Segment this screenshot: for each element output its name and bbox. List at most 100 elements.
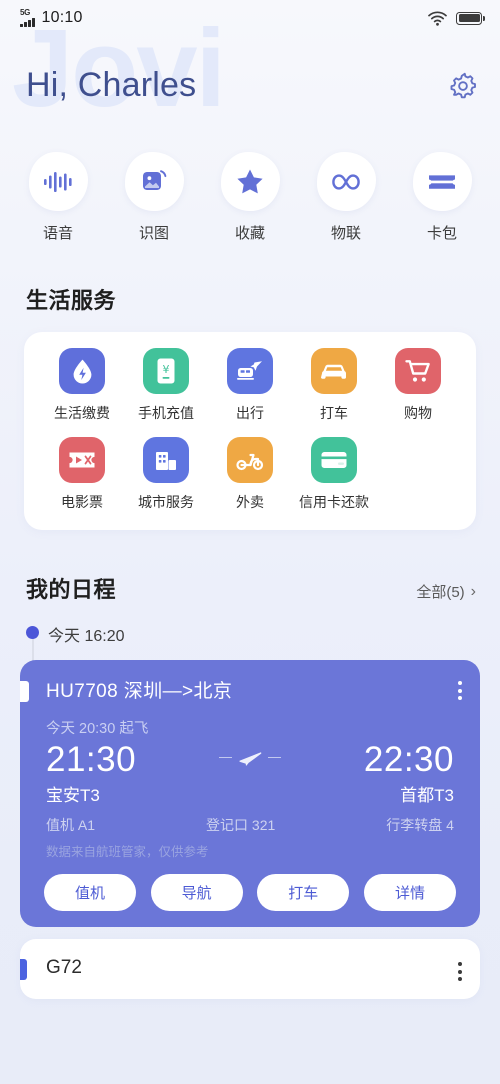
service-label: 出行 bbox=[236, 405, 264, 421]
scooter-icon bbox=[236, 453, 264, 471]
flight-data-source-note: 数据来自航班管家，仅供参考 bbox=[46, 845, 209, 860]
schedule-timeline: 今天 16:20 bbox=[0, 622, 500, 686]
life-services-card: 生活缴费 ¥ 手机充值 出行 打车 购物 电影票 城市服务 外卖 信用卡还款 bbox=[24, 332, 476, 530]
flight-depart-time: 21:30 bbox=[46, 740, 137, 779]
waveform-icon bbox=[44, 171, 72, 192]
service-icon-tile: ¥ bbox=[143, 348, 189, 394]
quick-action-label: 语音 bbox=[42, 225, 73, 242]
status-bar-right bbox=[428, 10, 485, 26]
schedule-header: 我的日程 全部(5) › bbox=[0, 530, 500, 604]
service-icon-tile bbox=[311, 348, 357, 394]
service-travel[interactable]: 出行 bbox=[208, 348, 292, 423]
flight-action-buttons: 值机 导航 打车 详情 bbox=[20, 860, 480, 912]
service-icon-tile bbox=[59, 348, 105, 394]
flight-arrive-time: 22:30 bbox=[363, 740, 454, 779]
credit-card-icon bbox=[321, 452, 347, 468]
more-vertical-icon[interactable] bbox=[458, 957, 462, 982]
star-icon bbox=[237, 169, 263, 194]
quick-action-icon-wrap bbox=[220, 152, 280, 211]
flight-terminals-row: 宝安T3 首都T3 bbox=[20, 780, 480, 806]
flight-meta-row: 值机 A1 登记口 321 行李转盘 4 bbox=[20, 806, 480, 835]
schedule-title: 我的日程 bbox=[26, 577, 117, 602]
service-label: 手机充值 bbox=[138, 405, 194, 421]
service-shopping[interactable]: 购物 bbox=[376, 348, 460, 423]
train-card[interactable]: G72 bbox=[20, 939, 480, 1000]
flight-card[interactable]: HU7708 深圳—>北京 今天 20:30 起飞 21:30 22:30 宝安… bbox=[20, 660, 480, 928]
image-scan-icon bbox=[143, 169, 167, 190]
life-services-title: 生活服务 bbox=[26, 288, 117, 313]
service-label: 购物 bbox=[404, 405, 432, 421]
flight-checkin-button[interactable]: 值机 bbox=[44, 874, 136, 912]
service-movie-tickets[interactable]: 电影票 bbox=[40, 437, 124, 512]
quick-action-card-wallet[interactable]: 卡包 bbox=[410, 152, 474, 243]
city-building-icon bbox=[156, 452, 176, 470]
service-icon-tile bbox=[143, 437, 189, 483]
service-utility-payment[interactable]: 生活缴费 bbox=[40, 348, 124, 423]
service-label: 外卖 bbox=[236, 494, 264, 510]
svg-text:¥: ¥ bbox=[163, 363, 170, 376]
water-drop-bolt-icon bbox=[73, 359, 91, 383]
quick-action-label: 物联 bbox=[330, 225, 361, 242]
quick-action-label: 卡包 bbox=[426, 225, 457, 242]
service-icon-tile bbox=[395, 348, 441, 394]
greeting-row: Hi, Charles bbox=[0, 66, 500, 105]
quick-action-image-scan[interactable]: 识图 bbox=[122, 152, 186, 243]
timeline-dot bbox=[26, 626, 39, 639]
shopping-cart-icon bbox=[405, 359, 430, 382]
timeline-time-label: 今天 16:20 bbox=[48, 628, 125, 645]
car-icon bbox=[321, 364, 346, 379]
service-empty-slot bbox=[376, 437, 460, 512]
flight-details-button[interactable]: 详情 bbox=[363, 874, 456, 912]
movie-ticket-icon bbox=[69, 452, 95, 468]
phone-yen-icon: ¥ bbox=[157, 358, 175, 384]
infinity-icon bbox=[332, 173, 360, 190]
service-credit-card-repayment[interactable]: 信用卡还款 bbox=[292, 437, 376, 512]
header-greeting-area: Jovi Hi, Charles bbox=[0, 14, 500, 136]
battery-full-icon bbox=[456, 11, 485, 25]
airplane-icon bbox=[219, 749, 281, 770]
quick-action-icon-wrap bbox=[412, 152, 472, 211]
life-services-header: 生活服务 bbox=[0, 243, 500, 315]
flight-gate: 登记口 321 bbox=[206, 817, 276, 834]
life-services-row-2: 电影票 城市服务 外卖 信用卡还款 bbox=[34, 437, 466, 512]
flight-baggage-claim: 行李转盘 4 bbox=[386, 817, 454, 834]
service-label: 城市服务 bbox=[138, 494, 194, 510]
flight-navigate-button[interactable]: 导航 bbox=[150, 874, 243, 912]
quick-action-icon-wrap bbox=[316, 152, 376, 211]
quick-action-iot[interactable]: 物联 bbox=[314, 152, 378, 243]
quick-action-voice[interactable]: 语音 bbox=[26, 152, 90, 243]
more-vertical-icon[interactable] bbox=[458, 676, 462, 700]
service-icon-tile bbox=[227, 348, 273, 394]
quick-action-label: 识图 bbox=[138, 225, 169, 242]
quick-actions-row: 语音 识图 收藏 物联 卡包 bbox=[0, 136, 500, 243]
life-services-row-1: 生活缴费 ¥ 手机充值 出行 打车 购物 bbox=[34, 348, 466, 423]
service-icon-tile bbox=[227, 437, 273, 483]
page-title: Hi, Charles bbox=[26, 66, 197, 104]
service-phone-recharge[interactable]: ¥ 手机充值 bbox=[124, 348, 208, 423]
service-city-services[interactable]: 城市服务 bbox=[124, 437, 208, 512]
service-label: 生活缴费 bbox=[54, 405, 110, 421]
flight-card-header: HU7708 深圳—>北京 bbox=[20, 676, 480, 703]
schedule-view-all-label: 全部(5) bbox=[416, 584, 465, 601]
quick-action-favorites[interactable]: 收藏 bbox=[218, 152, 282, 243]
service-label: 打车 bbox=[320, 405, 348, 421]
chevron-right-icon: › bbox=[470, 582, 476, 600]
service-taxi[interactable]: 打车 bbox=[292, 348, 376, 423]
flight-taxi-button[interactable]: 打车 bbox=[257, 874, 350, 912]
service-icon-tile bbox=[59, 437, 105, 483]
train-number: G72 bbox=[46, 957, 82, 979]
flight-number-route: HU7708 深圳—>北京 bbox=[46, 681, 233, 702]
flight-times-row: 21:30 22:30 bbox=[20, 738, 480, 780]
service-label: 信用卡还款 bbox=[299, 494, 369, 510]
flight-checkin-counter: 值机 A1 bbox=[46, 817, 96, 834]
flight-arrive-terminal: 首都T3 bbox=[400, 786, 454, 806]
service-food-delivery[interactable]: 外卖 bbox=[208, 437, 292, 512]
quick-action-label: 收藏 bbox=[234, 225, 265, 242]
flight-depart-terminal: 宝安T3 bbox=[46, 786, 100, 806]
quick-action-icon-wrap bbox=[124, 152, 184, 211]
airplane-glyph bbox=[239, 752, 262, 766]
train-card-header: G72 bbox=[46, 957, 462, 982]
dash-right bbox=[268, 756, 281, 759]
schedule-view-all-link[interactable]: 全部(5) › bbox=[416, 581, 476, 602]
gear-icon[interactable] bbox=[448, 71, 478, 101]
